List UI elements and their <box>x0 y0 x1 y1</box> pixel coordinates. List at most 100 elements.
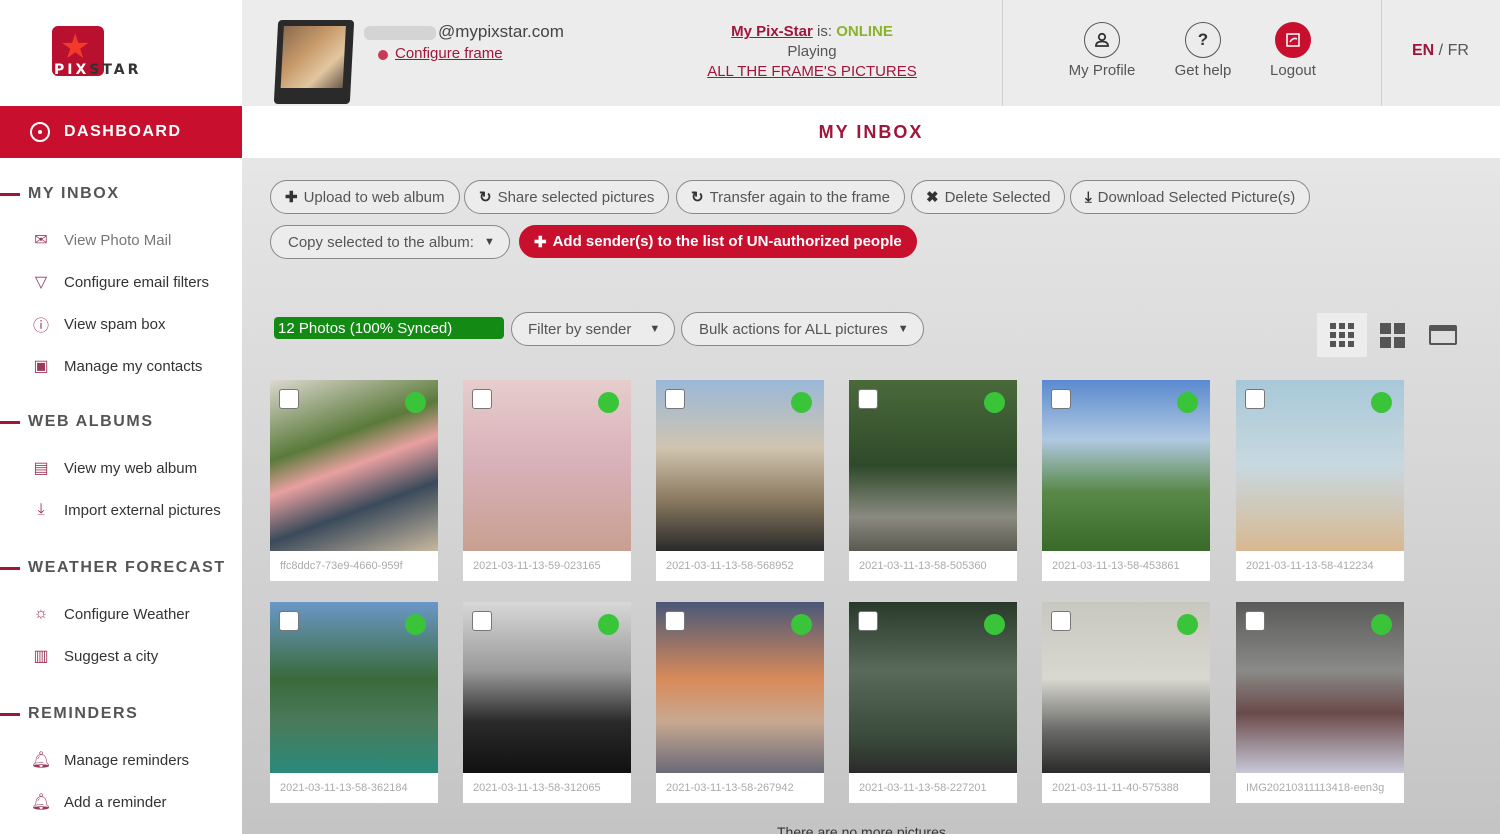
configure-frame-link[interactable]: Configure frame <box>395 45 503 62</box>
bulk-actions-select[interactable]: Bulk actions for ALL pictures ▼ <box>681 312 924 346</box>
photo-select-checkbox[interactable] <box>1051 389 1071 409</box>
synced-status-dot <box>1177 392 1198 413</box>
chevron-down-icon: ▼ <box>897 323 909 335</box>
settings-icon <box>378 50 388 60</box>
delete-selected-button[interactable]: ✖ Delete Selected <box>911 180 1066 214</box>
account-email: @mypixstar.com <box>364 22 564 42</box>
photo-select-checkbox[interactable] <box>665 611 685 631</box>
transfer-frame-button[interactable]: ↻ Transfer again to the frame <box>676 180 905 214</box>
photo-select-checkbox[interactable] <box>858 389 878 409</box>
filter-by-sender-select[interactable]: Filter by sender ▼ <box>511 312 676 346</box>
sidebar-dashboard[interactable]: DASHBOARD <box>0 106 242 158</box>
frame-status: My Pix-Star is: ONLINE Playing ALL THE F… <box>682 22 942 82</box>
sidebar-item-add-reminder[interactable]: 🔔︎ Add a reminder <box>30 792 167 812</box>
photo-filename: 2021-03-11-13-58-267942 <box>666 782 794 794</box>
page-title: MY INBOX <box>818 121 924 142</box>
photo-filename: 2021-03-11-13-59-023165 <box>473 560 601 572</box>
photo-select-checkbox[interactable] <box>1245 389 1265 409</box>
download-selected-button[interactable]: ⤓ Download Selected Picture(s) <box>1070 180 1311 214</box>
close-icon: ✖ <box>926 189 939 206</box>
section-reminders: REMINDERS <box>0 705 138 723</box>
album-icon: ▤ <box>33 460 49 477</box>
logout-icon <box>1275 22 1311 58</box>
synced-status-dot <box>1371 614 1392 635</box>
photo-card[interactable]: 2021-03-11-13-58-227201 <box>849 602 1017 803</box>
share-selected-button[interactable]: ↻ Share selected pictures <box>464 180 670 214</box>
photo-card[interactable]: 2021-03-11-13-58-453861 <box>1042 380 1210 581</box>
user-icon <box>1084 22 1120 58</box>
photo-select-checkbox[interactable] <box>858 611 878 631</box>
sidebar-item-view-web-album[interactable]: ▤ View my web album <box>30 458 197 478</box>
add-unauthorized-sender-button[interactable]: ✚ Add sender(s) to the list of UN-authori… <box>519 225 917 258</box>
sidebar-item-view-photo-mail[interactable]: ✉ View Photo Mail <box>30 230 171 250</box>
pixstar-logo[interactable]: ★ PIXSTAR <box>52 26 192 82</box>
envelope-icon: ✉ <box>34 232 48 249</box>
my-pixstar-link[interactable]: My Pix-Star <box>731 23 813 40</box>
photo-filename: 2021-03-11-13-58-227201 <box>859 782 987 794</box>
synced-status-dot <box>598 614 619 635</box>
logout-button[interactable]: Logout <box>1248 22 1338 79</box>
sidebar-item-view-spam-box[interactable]: ⓘ View spam box <box>30 314 165 336</box>
plus-icon: ✚ <box>285 189 298 206</box>
photo-select-checkbox[interactable] <box>472 611 492 631</box>
photo-card[interactable]: 2021-03-11-13-58-412234 <box>1236 380 1404 581</box>
star-icon: ★ <box>60 28 91 66</box>
filter-icon: ▽ <box>34 274 48 291</box>
photo-filename: 2021-03-11-13-58-362184 <box>280 782 408 794</box>
header-divider <box>1002 0 1003 106</box>
resend-icon: ↻ <box>691 189 704 206</box>
photo-select-checkbox[interactable] <box>279 611 299 631</box>
chevron-down-icon: ▼ <box>483 236 495 248</box>
section-bar <box>0 192 20 196</box>
photo-select-checkbox[interactable] <box>1051 611 1071 631</box>
view-large-grid-button[interactable] <box>1367 313 1417 357</box>
photo-card[interactable]: 2021-03-11-13-59-023165 <box>463 380 631 581</box>
photo-card[interactable]: 2021-03-11-13-58-312065 <box>463 602 631 803</box>
contacts-icon: ▣ <box>33 358 49 375</box>
photo-card[interactable]: IMG20210311113418-een3g <box>1236 602 1404 803</box>
sidebar-item-manage-reminders[interactable]: 🔔︎ Manage reminders <box>30 750 189 770</box>
share-icon: ↻ <box>479 189 492 206</box>
download-icon: ⤓ <box>1085 188 1092 206</box>
language-switcher: EN / FR <box>1412 42 1469 59</box>
photo-card[interactable]: 2021-03-11-13-58-505360 <box>849 380 1017 581</box>
slideshow-view-button[interactable] <box>1418 313 1468 357</box>
photo-filename: 2021-03-11-13-58-568952 <box>666 560 794 572</box>
photo-card[interactable]: 2021-03-11-13-58-362184 <box>270 602 438 803</box>
lang-fr[interactable]: FR <box>1448 42 1469 59</box>
photo-card[interactable]: 2021-03-11-11-40-575388 <box>1042 602 1210 803</box>
photo-filename: ffc8ddc7-73e9-4660-959f <box>280 560 403 572</box>
synced-status-dot <box>1177 614 1198 635</box>
photo-select-checkbox[interactable] <box>1245 611 1265 631</box>
sidebar-item-import-external[interactable]: ⤓ Import external pictures <box>30 500 220 520</box>
photo-select-checkbox[interactable] <box>279 389 299 409</box>
view-small-grid-button[interactable] <box>1317 313 1367 357</box>
photo-filename: 2021-03-11-13-58-453861 <box>1052 560 1180 572</box>
sidebar-item-configure-weather[interactable]: ☼ Configure Weather <box>30 604 190 624</box>
alert-icon: ⓘ <box>32 318 49 335</box>
photo-select-checkbox[interactable] <box>665 389 685 409</box>
photo-card[interactable]: 2021-03-11-13-58-267942 <box>656 602 824 803</box>
photo-card[interactable]: 2021-03-11-13-58-568952 <box>656 380 824 581</box>
bell-icon: 🔔︎ <box>30 752 52 769</box>
sync-status-bar: 12 Photos (100% Synced) <box>274 317 504 339</box>
copy-to-album-select[interactable]: Copy selected to the album: ▼ <box>270 225 510 259</box>
playing-source-link[interactable]: ALL THE FRAME'S PICTURES <box>707 63 917 80</box>
sidebar-item-suggest-city[interactable]: ▥ Suggest a city <box>30 646 158 666</box>
my-profile-button[interactable]: My Profile <box>1057 22 1147 79</box>
sidebar-item-manage-contacts[interactable]: ▣ Manage my contacts <box>30 356 202 376</box>
playing-label: Playing <box>787 43 837 60</box>
lang-en[interactable]: EN <box>1412 42 1434 59</box>
section-bar <box>0 566 20 570</box>
section-web-albums: WEB ALBUMS <box>0 413 154 431</box>
sidebar-item-configure-email-filters[interactable]: ▽ Configure email filters <box>30 272 209 292</box>
synced-status-dot <box>405 392 426 413</box>
synced-status-dot <box>984 614 1005 635</box>
photo-card[interactable]: ffc8ddc7-73e9-4660-959f <box>270 380 438 581</box>
clapperboard-icon <box>1429 325 1457 345</box>
photo-select-checkbox[interactable] <box>472 389 492 409</box>
upload-web-album-button[interactable]: ✚ Upload to web album <box>270 180 460 214</box>
section-my-inbox: MY INBOX <box>0 185 120 203</box>
get-help-button[interactable]: ? Get help <box>1158 22 1248 79</box>
grid-small-icon <box>1330 323 1354 347</box>
